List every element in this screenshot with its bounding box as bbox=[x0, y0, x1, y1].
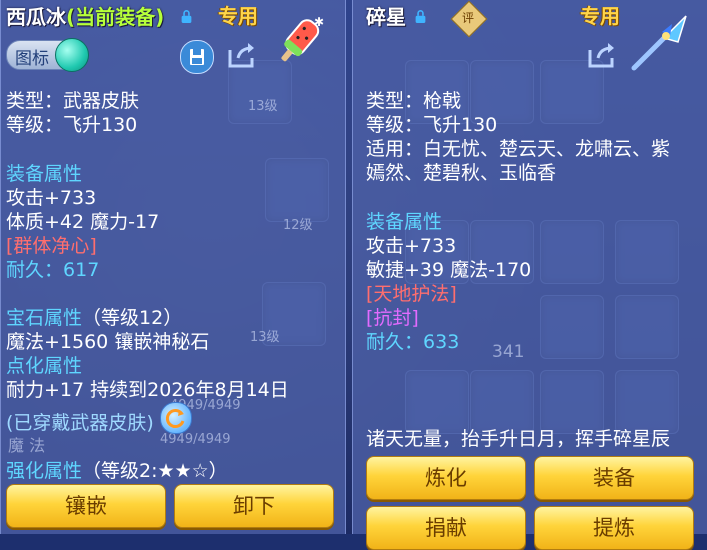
donate-button[interactable]: 捐献 bbox=[366, 506, 526, 550]
gem-heading: 宝石属性 bbox=[6, 307, 83, 329]
rating-badge-label: 评 bbox=[461, 11, 474, 25]
equipped-status: (当前装备) bbox=[66, 5, 165, 29]
durability-value: 617 bbox=[63, 259, 100, 281]
durability: 耐久：617 bbox=[6, 259, 99, 281]
gem-level: （等级12） bbox=[82, 307, 183, 329]
refresh-icon[interactable] bbox=[160, 402, 192, 434]
applicable-characters: 适用：白无忧、楚云天、龙啸云、紫 bbox=[366, 138, 671, 160]
bg-tile-count: 341 bbox=[492, 342, 525, 362]
equip-attr-heading: 装备属性 bbox=[366, 211, 443, 233]
icon-toggle-label: 图标 bbox=[15, 49, 49, 69]
flavor-text: 诸天无量，抬手升日月，挥手碎星辰 bbox=[366, 428, 671, 450]
item-name: 碎星 bbox=[366, 5, 406, 29]
enhance-point-stats: 耐力+17 持续到2026年8月14日 bbox=[6, 379, 289, 401]
item-type: 类型：枪戟 bbox=[366, 90, 462, 112]
item-level: 等级：飞升130 bbox=[6, 114, 138, 136]
equip-attr-heading: 装备属性 bbox=[6, 163, 83, 185]
extract-button[interactable]: 提炼 bbox=[534, 506, 694, 550]
exclusive-label: 专用 bbox=[580, 4, 620, 28]
worn-note: (已穿戴武器皮肤) bbox=[6, 412, 154, 434]
bg-stat: 魔 法 bbox=[8, 436, 46, 455]
icon-toggle[interactable]: 图标 bbox=[6, 38, 89, 72]
strengthen-row: 强化属性（等级2:★★☆） bbox=[6, 460, 228, 482]
toggle-knob bbox=[55, 38, 89, 72]
gem-heading-row: 宝石属性（等级12） bbox=[6, 307, 182, 329]
secondary-stats: 体质+42 魔力-17 bbox=[6, 211, 160, 233]
lock-icon[interactable] bbox=[180, 10, 193, 23]
special-skill: [群体净心] bbox=[6, 235, 97, 257]
exclusive-label: 专用 bbox=[218, 4, 258, 28]
enhance-point-heading: 点化属性 bbox=[6, 355, 83, 377]
share-icon[interactable] bbox=[586, 40, 618, 70]
secondary-stats: 敏捷+39 魔法-170 bbox=[366, 259, 532, 281]
bg-tile-level: 12级 bbox=[283, 218, 313, 233]
special-skill: [抗封] bbox=[366, 307, 419, 329]
watermelon-popsicle-icon: ✱ bbox=[270, 12, 328, 70]
item-title: 西瓜冰(当前装备) bbox=[6, 6, 164, 28]
lock-icon[interactable] bbox=[414, 10, 427, 23]
bg-tile-level: 13级 bbox=[250, 330, 280, 345]
save-icon[interactable] bbox=[180, 40, 214, 74]
strengthen-heading: 强化属性 bbox=[6, 460, 83, 482]
attack-stat: 攻击+733 bbox=[366, 235, 457, 257]
strengthen-level: （等级2:★★☆） bbox=[82, 460, 228, 482]
attack-stat: 攻击+733 bbox=[6, 187, 97, 209]
durability: 耐久：633 bbox=[366, 331, 459, 353]
bg-tile-level: 13级 bbox=[248, 99, 278, 114]
durability-value: 633 bbox=[423, 331, 460, 353]
share-icon[interactable] bbox=[226, 40, 258, 70]
item-type: 类型：武器皮肤 bbox=[6, 90, 140, 112]
gem-stats: 魔法+1560 镶嵌神秘石 bbox=[6, 331, 210, 353]
svg-text:✱: ✱ bbox=[314, 15, 324, 29]
item-level: 等级：飞升130 bbox=[366, 114, 498, 136]
applicable-characters-cont: 嫣然、楚碧秋、玉临香 bbox=[366, 162, 557, 184]
durability-label: 耐久： bbox=[366, 331, 424, 353]
item-name: 西瓜冰 bbox=[6, 5, 66, 29]
spear-icon bbox=[628, 12, 690, 74]
refine-button[interactable]: 炼化 bbox=[366, 456, 526, 500]
remove-button[interactable]: 卸下 bbox=[174, 484, 334, 528]
special-skill: [天地护法] bbox=[366, 283, 457, 305]
durability-label: 耐久： bbox=[6, 259, 64, 281]
equip-button[interactable]: 装备 bbox=[534, 456, 694, 500]
inlay-button[interactable]: 镶嵌 bbox=[6, 484, 166, 528]
